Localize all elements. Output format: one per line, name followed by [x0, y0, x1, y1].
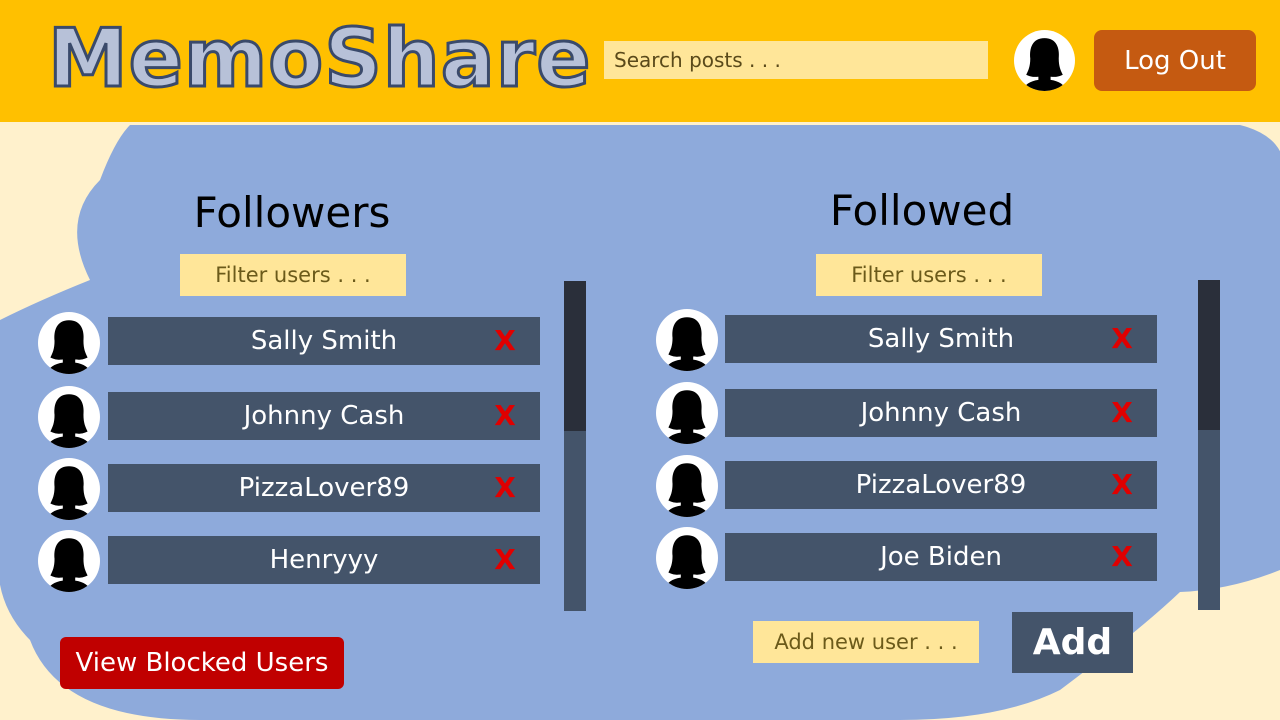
follower-avatar-icon [38, 386, 100, 448]
top-header: MemoShare Log Out [0, 0, 1280, 122]
add-user-button[interactable]: Add [1012, 612, 1133, 673]
user-name: PizzaLover89 [238, 473, 410, 503]
followed-avatar-icon [656, 309, 718, 371]
logout-button[interactable]: Log Out [1094, 30, 1256, 91]
user-name: Joe Biden [880, 542, 1002, 572]
followers-scrollbar[interactable] [564, 281, 586, 611]
remove-user-button[interactable]: X [1111, 389, 1133, 437]
list-item[interactable]: Johnny Cash X [725, 389, 1157, 437]
user-avatar-icon[interactable] [1014, 30, 1075, 91]
user-name: Johnny Cash [243, 401, 405, 431]
user-name: PizzaLover89 [855, 470, 1027, 500]
user-name: Henryyy [269, 545, 379, 575]
view-blocked-users-button[interactable]: View Blocked Users [60, 637, 344, 689]
follower-avatar-icon [38, 530, 100, 592]
user-name: Sally Smith [867, 324, 1015, 354]
followed-filter-input[interactable] [816, 254, 1042, 296]
add-user-input[interactable] [753, 621, 979, 663]
followed-avatar-icon [656, 455, 718, 517]
list-item[interactable]: Henryyy X [108, 536, 540, 584]
search-input[interactable] [604, 41, 988, 79]
followers-title: Followers [193, 188, 391, 237]
app-logo: MemoShare [46, 11, 592, 107]
remove-user-button[interactable]: X [494, 464, 516, 512]
list-item[interactable]: Johnny Cash X [108, 392, 540, 440]
followed-avatar-icon [656, 382, 718, 444]
list-item[interactable]: Sally Smith X [108, 317, 540, 365]
user-name: Johnny Cash [860, 398, 1022, 428]
user-name: Sally Smith [250, 326, 398, 356]
followed-title: Followed [829, 186, 1015, 235]
list-item[interactable]: Joe Biden X [725, 533, 1157, 581]
follower-avatar-icon [38, 458, 100, 520]
remove-user-button[interactable]: X [494, 392, 516, 440]
remove-user-button[interactable]: X [1111, 461, 1133, 509]
remove-user-button[interactable]: X [494, 536, 516, 584]
followers-scroll-thumb[interactable] [564, 281, 586, 431]
followed-scroll-thumb[interactable] [1198, 280, 1220, 430]
followers-filter-input[interactable] [180, 254, 406, 296]
follower-avatar-icon [38, 312, 100, 374]
list-item[interactable]: PizzaLover89 X [108, 464, 540, 512]
list-item[interactable]: PizzaLover89 X [725, 461, 1157, 509]
list-item[interactable]: Sally Smith X [725, 315, 1157, 363]
remove-user-button[interactable]: X [1111, 315, 1133, 363]
followed-avatar-icon [656, 527, 718, 589]
remove-user-button[interactable]: X [494, 317, 516, 365]
avatar-silhouette-icon [1022, 38, 1067, 91]
remove-user-button[interactable]: X [1111, 533, 1133, 581]
followed-scrollbar[interactable] [1198, 280, 1220, 610]
